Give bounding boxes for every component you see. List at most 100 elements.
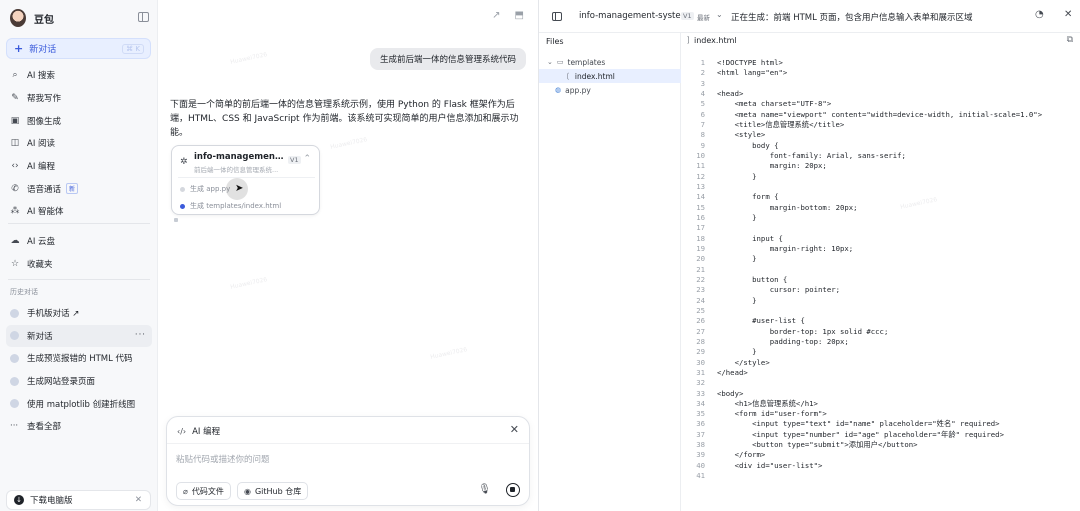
history-item[interactable]: 使用 matplotlib 创建折线图 — [6, 392, 152, 415]
html-file-icon: ❳ — [685, 35, 692, 44]
line-text: margin-right: 10px; — [717, 243, 854, 253]
copy-icon[interactable]: ⧉ — [1067, 35, 1073, 45]
sidebar-item-reading[interactable]: ◫ AI 阅读 — [10, 132, 150, 155]
history-item[interactable]: 手机版对话 ↗ — [6, 302, 152, 325]
line-number: 36 — [696, 419, 705, 429]
line-number: 5 — [700, 99, 705, 109]
more-options-icon[interactable]: ··· — [135, 330, 146, 340]
close-icon[interactable]: ✕ — [1064, 9, 1072, 20]
code-line: 30 </style> — [681, 358, 1080, 368]
sidebar-item-cloud[interactable]: ☁ AI 云盘 — [10, 230, 150, 253]
sidebar-item-coding[interactable]: ‹› AI 编程 — [10, 155, 150, 178]
line-number: 30 — [696, 357, 705, 367]
sidebar-item-label: 帮我写作 — [27, 94, 62, 105]
line-text: margin: 20px; — [717, 161, 827, 171]
tree-file-index-html[interactable]: ❲ index.html — [539, 69, 681, 83]
line-text: input { — [717, 233, 783, 243]
share-icon[interactable]: ↗ — [492, 10, 500, 21]
code-lines[interactable]: 1 <!DOCTYPE html> 2 <html lang="en"> 3 4 <head… — [681, 58, 1080, 481]
line-number: 8 — [700, 130, 705, 140]
code-line: 8 <style> — [681, 130, 1080, 140]
download-label: 下载电脑版 — [30, 496, 73, 506]
ai-message: 下面是一个简单的前后端一体的信息管理系统示例，使用 Python 的 Flask… — [170, 100, 519, 138]
line-text: <title>信息管理系统</title> — [717, 119, 845, 129]
line-text: <button type="submit">添加用户</button> — [717, 440, 918, 450]
history-icon[interactable]: ◔ — [1035, 9, 1044, 20]
line-text: padding-top: 20px; — [717, 336, 849, 346]
chevron-down-icon[interactable]: ⌄ — [716, 10, 723, 19]
brand[interactable]: 豆包 — [10, 8, 54, 28]
code-line: 18 input { — [681, 234, 1080, 244]
view-all-history[interactable]: ··· 查看全部 — [6, 415, 152, 438]
code-line: 40 <div id="user-list"> — [681, 461, 1080, 471]
panel-toggle-icon[interactable] — [552, 12, 562, 21]
new-chat-button[interactable]: + 新对话 ⌘ K — [6, 38, 151, 59]
line-text: <!DOCTYPE html> — [717, 58, 783, 67]
tree-folder-templates[interactable]: ⌄ ▭ templates — [539, 55, 681, 69]
github-repo-button[interactable]: ◉ GitHub 仓库 — [237, 482, 309, 500]
sidebar-item-label: AI 智能体 — [27, 207, 64, 218]
history-item[interactable]: 生成预览报错的 HTML 代码 — [6, 347, 152, 370]
close-mode-icon[interactable]: ✕ — [510, 423, 519, 436]
chat-bubble-icon — [10, 331, 19, 341]
line-text: <head> — [717, 88, 744, 98]
history-item-active[interactable]: 新对话 ··· — [6, 324, 152, 348]
stop-generation-button[interactable] — [506, 483, 520, 497]
line-number: 25 — [696, 305, 705, 315]
code-line: 6 <meta name="viewport" content="width=d… — [681, 110, 1080, 120]
sidebar-item-writing[interactable]: ✎ 帮我写作 — [10, 87, 150, 110]
image-gen-icon: ▣ — [10, 115, 20, 126]
sidebar-item-voice-call[interactable]: ✆ 语音通话 新 — [10, 177, 150, 200]
code-line: 20 } — [681, 254, 1080, 264]
chevron-up-icon[interactable]: ⌃ — [303, 154, 311, 164]
line-text: <style> — [717, 130, 766, 140]
composer-divider — [167, 443, 529, 444]
code-file-button[interactable]: ⌀ 代码文件 — [176, 482, 231, 500]
chat-bubble-icon — [10, 399, 19, 409]
microphone-icon[interactable]: 🎙 — [478, 484, 491, 495]
sidebar-item-ai-search[interactable]: ⌕ AI 搜索 — [10, 64, 150, 87]
code-line: 4 <head> — [681, 89, 1080, 99]
sidebar-item-image-gen[interactable]: ▣ 图像生成 — [10, 109, 150, 132]
editor-tab[interactable]: index.html — [694, 36, 737, 45]
code-line: 2 <html lang="en"> — [681, 68, 1080, 78]
agent-icon: ⁂ — [10, 206, 20, 217]
download-desktop-button[interactable]: ↓ 下载电脑版 ✕ — [6, 490, 151, 510]
line-text: </head> — [717, 367, 748, 377]
line-number: 18 — [696, 233, 705, 243]
code-line: 28 padding-top: 20px; — [681, 337, 1080, 347]
sidebar-item-label: 语音通话 — [27, 184, 62, 195]
sidebar-item-favorites[interactable]: ☆ 收藏夹 — [10, 253, 150, 276]
code-icon: ‹› — [11, 161, 19, 172]
favorites-icon: ☆ — [10, 259, 20, 270]
line-text: cursor: pointer; — [717, 285, 841, 295]
line-text: border-top: 1px solid #ccc; — [717, 326, 889, 336]
ai-search-icon: ⌕ — [12, 70, 18, 81]
editor-tab-row: ❳ index.html ⧉ — [681, 33, 1080, 49]
line-text: } — [717, 171, 757, 181]
sidebar-divider — [8, 223, 150, 224]
sidebar-item-agent[interactable]: ⁂ AI 智能体 — [10, 200, 150, 223]
new-badge: 新 — [66, 183, 79, 195]
close-icon[interactable]: ✕ — [135, 495, 142, 505]
sidebar-toggle-icon[interactable] — [138, 12, 149, 22]
code-generation-card[interactable]: ✲ info-management-sy... 前后端一体的信息管理系统... … — [171, 145, 320, 215]
line-number: 21 — [696, 264, 705, 274]
composer: ‹/› AI 编程 ✕ 粘贴代码或描述你的问题 ⌀ 代码文件 ◉ GitHub … — [166, 416, 530, 506]
line-number: 20 — [696, 254, 705, 264]
card-subtitle: 前后端一体的信息管理系统... — [194, 166, 279, 174]
line-number: 7 — [700, 119, 705, 129]
tree-file-app-py[interactable]: ◍ app.py — [539, 83, 681, 97]
line-text: button { — [717, 274, 788, 284]
line-text: <html lang="en"> — [717, 68, 788, 78]
code-line: 32 — [681, 378, 1080, 388]
history-item[interactable]: 生成网站登录页面 — [6, 370, 152, 393]
line-text: } — [717, 212, 757, 222]
line-text: } — [717, 295, 757, 305]
export-icon[interactable]: ⬒ — [515, 10, 524, 21]
line-number: 17 — [696, 223, 705, 233]
history-item-label: 查看全部 — [27, 422, 62, 433]
line-number: 11 — [696, 161, 705, 171]
line-number: 28 — [696, 336, 705, 346]
message-input[interactable]: 粘贴代码或描述你的问题 — [176, 453, 270, 465]
